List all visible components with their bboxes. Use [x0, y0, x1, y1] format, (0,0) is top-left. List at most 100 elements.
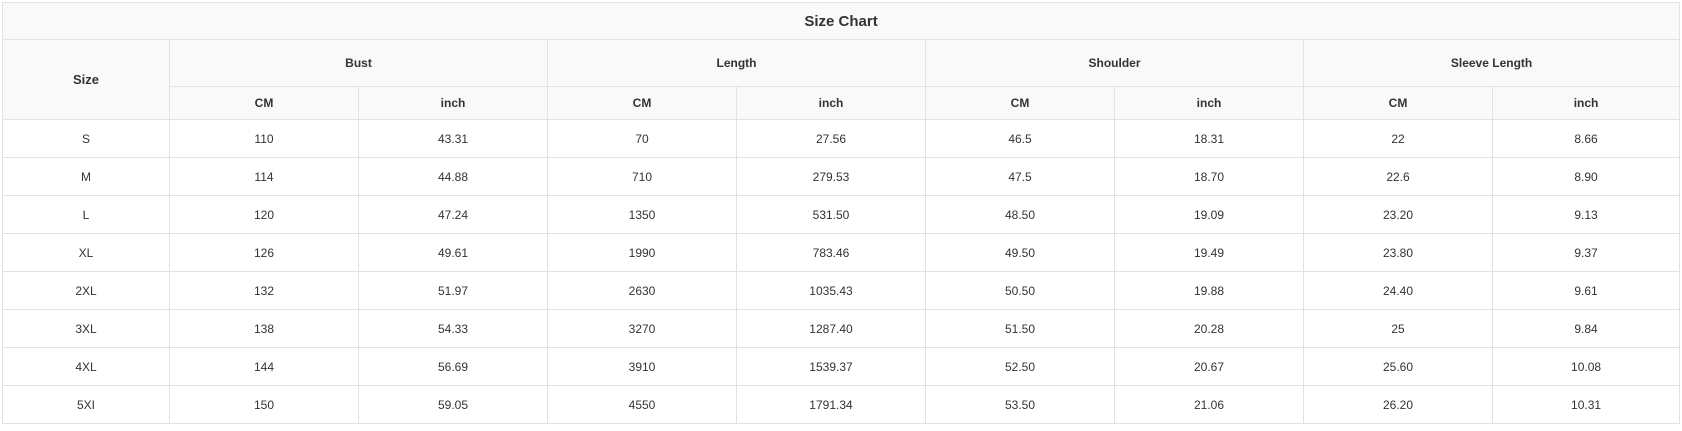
cell-sleeve-inch: 9.37 — [1491, 233, 1681, 272]
table-row: 3XL 138 54.33 3270 1287.40 51.50 20.28 25 9.84 — [2, 309, 1681, 348]
cell-bust-inch: 49.61 — [358, 233, 548, 272]
unit-header-row: CM inch CM inch CM inch CM inch — [3, 86, 1681, 120]
cell-shoulder-inch: 21.06 — [1114, 385, 1304, 424]
cell-shoulder-cm: 53.50 — [925, 385, 1115, 424]
cell-bust-inch: 44.88 — [358, 157, 548, 196]
unit-header-shoulder-cm: CM — [925, 86, 1115, 120]
table-row: 5XI 150 59.05 4550 1791.34 53.50 21.06 26.20 10.… — [2, 385, 1681, 424]
table-row: M 114 44.88 710 279.53 47.5 18.70 22.6 8.90 — [2, 157, 1681, 196]
cell-sleeve-cm: 23.80 — [1303, 233, 1493, 272]
cell-length-cm: 1990 — [547, 233, 737, 272]
unit-header-sleeve-cm: CM — [1303, 86, 1493, 120]
cell-bust-cm: 120 — [169, 195, 359, 234]
unit-header-length-inch: inch — [736, 86, 926, 120]
cell-shoulder-cm: 49.50 — [925, 233, 1115, 272]
cell-length-inch: 1791.34 — [736, 385, 926, 424]
unit-header-bust-cm: CM — [169, 86, 359, 120]
cell-sleeve-cm: 25 — [1303, 309, 1493, 348]
size-chart-container: Size Chart Size Bust Length Shoulder Sle… — [1, 2, 1681, 424]
cell-length-cm: 2630 — [547, 271, 737, 310]
cell-shoulder-cm: 52.50 — [925, 347, 1115, 386]
size-chart-table: Size Chart Size Bust Length Shoulder Sle… — [1, 2, 1681, 424]
cell-size: L — [2, 195, 170, 234]
cell-bust-inch: 59.05 — [358, 385, 548, 424]
table-row: L 120 47.24 1350 531.50 48.50 19.09 23.20 9.13 — [2, 195, 1681, 234]
cell-size: 3XL — [2, 309, 170, 348]
cell-sleeve-cm: 26.20 — [1303, 385, 1493, 424]
cell-bust-inch: 54.33 — [358, 309, 548, 348]
size-column-header: Size — [2, 39, 170, 120]
unit-header-length-cm: CM — [547, 86, 737, 120]
cell-shoulder-inch: 18.31 — [1114, 119, 1304, 158]
cell-length-inch: 1287.40 — [736, 309, 926, 348]
group-header-sleeve-length: Sleeve Length — [1302, 39, 1681, 87]
cell-shoulder-inch: 19.49 — [1114, 233, 1304, 272]
cell-length-inch: 531.50 — [736, 195, 926, 234]
cell-sleeve-inch: 9.61 — [1491, 271, 1681, 310]
table-row: 4XL 144 56.69 3910 1539.37 52.50 20.67 25.60 10.… — [2, 347, 1681, 386]
cell-length-cm: 710 — [547, 157, 737, 196]
cell-bust-cm: 110 — [169, 119, 359, 158]
cell-shoulder-cm: 46.5 — [925, 119, 1115, 158]
cell-shoulder-inch: 18.70 — [1114, 157, 1304, 196]
cell-sleeve-cm: 25.60 — [1303, 347, 1493, 386]
group-header-row: Size Bust Length Shoulder Sleeve Length — [2, 39, 1681, 120]
cell-sleeve-inch: 10.31 — [1491, 385, 1681, 424]
cell-length-inch: 1539.37 — [736, 347, 926, 386]
cell-shoulder-cm: 50.50 — [925, 271, 1115, 310]
cell-bust-inch: 56.69 — [358, 347, 548, 386]
cell-sleeve-inch: 9.13 — [1491, 195, 1681, 234]
cell-sleeve-inch: 10.08 — [1491, 347, 1681, 386]
cell-length-cm: 3270 — [547, 309, 737, 348]
cell-length-cm: 1350 — [547, 195, 737, 234]
cell-bust-cm: 150 — [169, 385, 359, 424]
cell-shoulder-cm: 51.50 — [925, 309, 1115, 348]
cell-bust-inch: 43.31 — [358, 119, 548, 158]
cell-size: M — [2, 157, 170, 196]
cell-bust-cm: 126 — [169, 233, 359, 272]
group-header-bust: Bust — [169, 39, 548, 87]
cell-sleeve-cm: 24.40 — [1303, 271, 1493, 310]
unit-header-sleeve-inch: inch — [1491, 86, 1681, 120]
size-chart-body: S 110 43.31 70 27.56 46.5 18.31 22 8.66 M 114 44.88… — [2, 119, 1681, 424]
title-row: Size Chart — [1, 2, 1681, 40]
cell-length-cm: 4550 — [547, 385, 737, 424]
cell-length-inch: 1035.43 — [736, 271, 926, 310]
group-header-shoulder: Shoulder — [925, 39, 1304, 87]
cell-size: 4XL — [2, 347, 170, 386]
cell-sleeve-cm: 22 — [1303, 119, 1493, 158]
cell-shoulder-inch: 20.28 — [1114, 309, 1304, 348]
cell-bust-cm: 114 — [169, 157, 359, 196]
table-row: S 110 43.31 70 27.56 46.5 18.31 22 8.66 — [2, 119, 1681, 158]
cell-shoulder-inch: 20.67 — [1114, 347, 1304, 386]
cell-size: XL — [2, 233, 170, 272]
cell-shoulder-inch: 19.09 — [1114, 195, 1304, 234]
cell-size: 2XL — [2, 271, 170, 310]
cell-sleeve-inch: 8.90 — [1491, 157, 1681, 196]
cell-bust-inch: 47.24 — [358, 195, 548, 234]
group-header-length: Length — [547, 39, 926, 87]
table-title: Size Chart — [1, 2, 1681, 40]
cell-size: 5XI — [2, 385, 170, 424]
cell-sleeve-cm: 23.20 — [1303, 195, 1493, 234]
cell-bust-cm: 144 — [169, 347, 359, 386]
unit-header-bust-inch: inch — [358, 86, 548, 120]
cell-length-inch: 279.53 — [736, 157, 926, 196]
cell-shoulder-inch: 19.88 — [1114, 271, 1304, 310]
cell-sleeve-cm: 22.6 — [1303, 157, 1493, 196]
cell-bust-cm: 132 — [169, 271, 359, 310]
cell-shoulder-cm: 47.5 — [925, 157, 1115, 196]
cell-shoulder-cm: 48.50 — [925, 195, 1115, 234]
cell-length-inch: 27.56 — [736, 119, 926, 158]
cell-length-cm: 70 — [547, 119, 737, 158]
table-row: 2XL 132 51.97 2630 1035.43 50.50 19.88 24.40 9.6… — [2, 271, 1681, 310]
cell-length-cm: 3910 — [547, 347, 737, 386]
cell-length-inch: 783.46 — [736, 233, 926, 272]
cell-bust-inch: 51.97 — [358, 271, 548, 310]
unit-header-shoulder-inch: inch — [1114, 86, 1304, 120]
cell-bust-cm: 138 — [169, 309, 359, 348]
cell-sleeve-inch: 9.84 — [1491, 309, 1681, 348]
table-row: XL 126 49.61 1990 783.46 49.50 19.49 23.80 9.37 — [2, 233, 1681, 272]
cell-sleeve-inch: 8.66 — [1491, 119, 1681, 158]
cell-size: S — [2, 119, 170, 158]
